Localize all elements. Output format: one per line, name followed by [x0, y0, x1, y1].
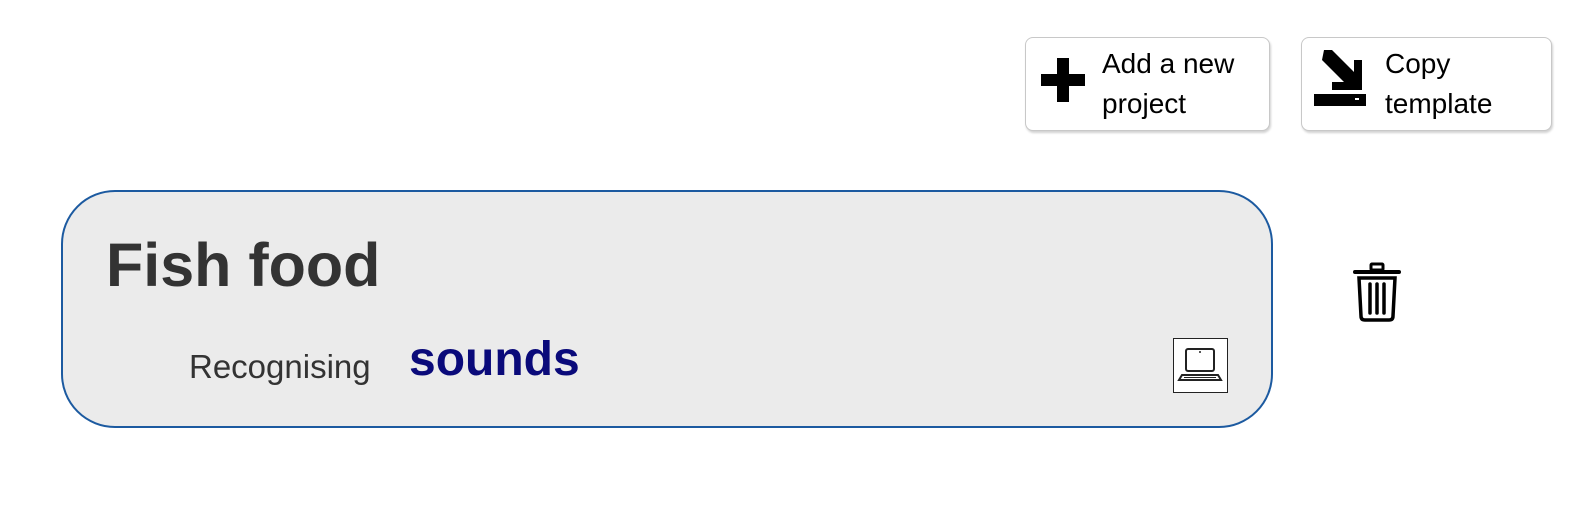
project-title: Fish food — [106, 231, 381, 299]
project-type-value: sounds — [409, 333, 580, 386]
add-project-button[interactable]: Add a new project — [1025, 37, 1270, 131]
plus-icon — [1041, 58, 1085, 102]
trash-icon[interactable] — [1351, 262, 1403, 322]
copy-template-button[interactable]: Copy template — [1301, 37, 1552, 131]
laptop-icon — [1173, 338, 1228, 393]
import-icon — [1314, 50, 1366, 106]
projects-page: Add a new project Copy template Fish foo… — [0, 0, 1588, 514]
project-card[interactable]: Fish food Recognising sounds — [61, 190, 1273, 428]
copy-template-label: Copy template — [1385, 48, 1493, 119]
project-type-label: Recognising — [189, 348, 371, 385]
add-project-label: Add a new project — [1102, 48, 1235, 119]
